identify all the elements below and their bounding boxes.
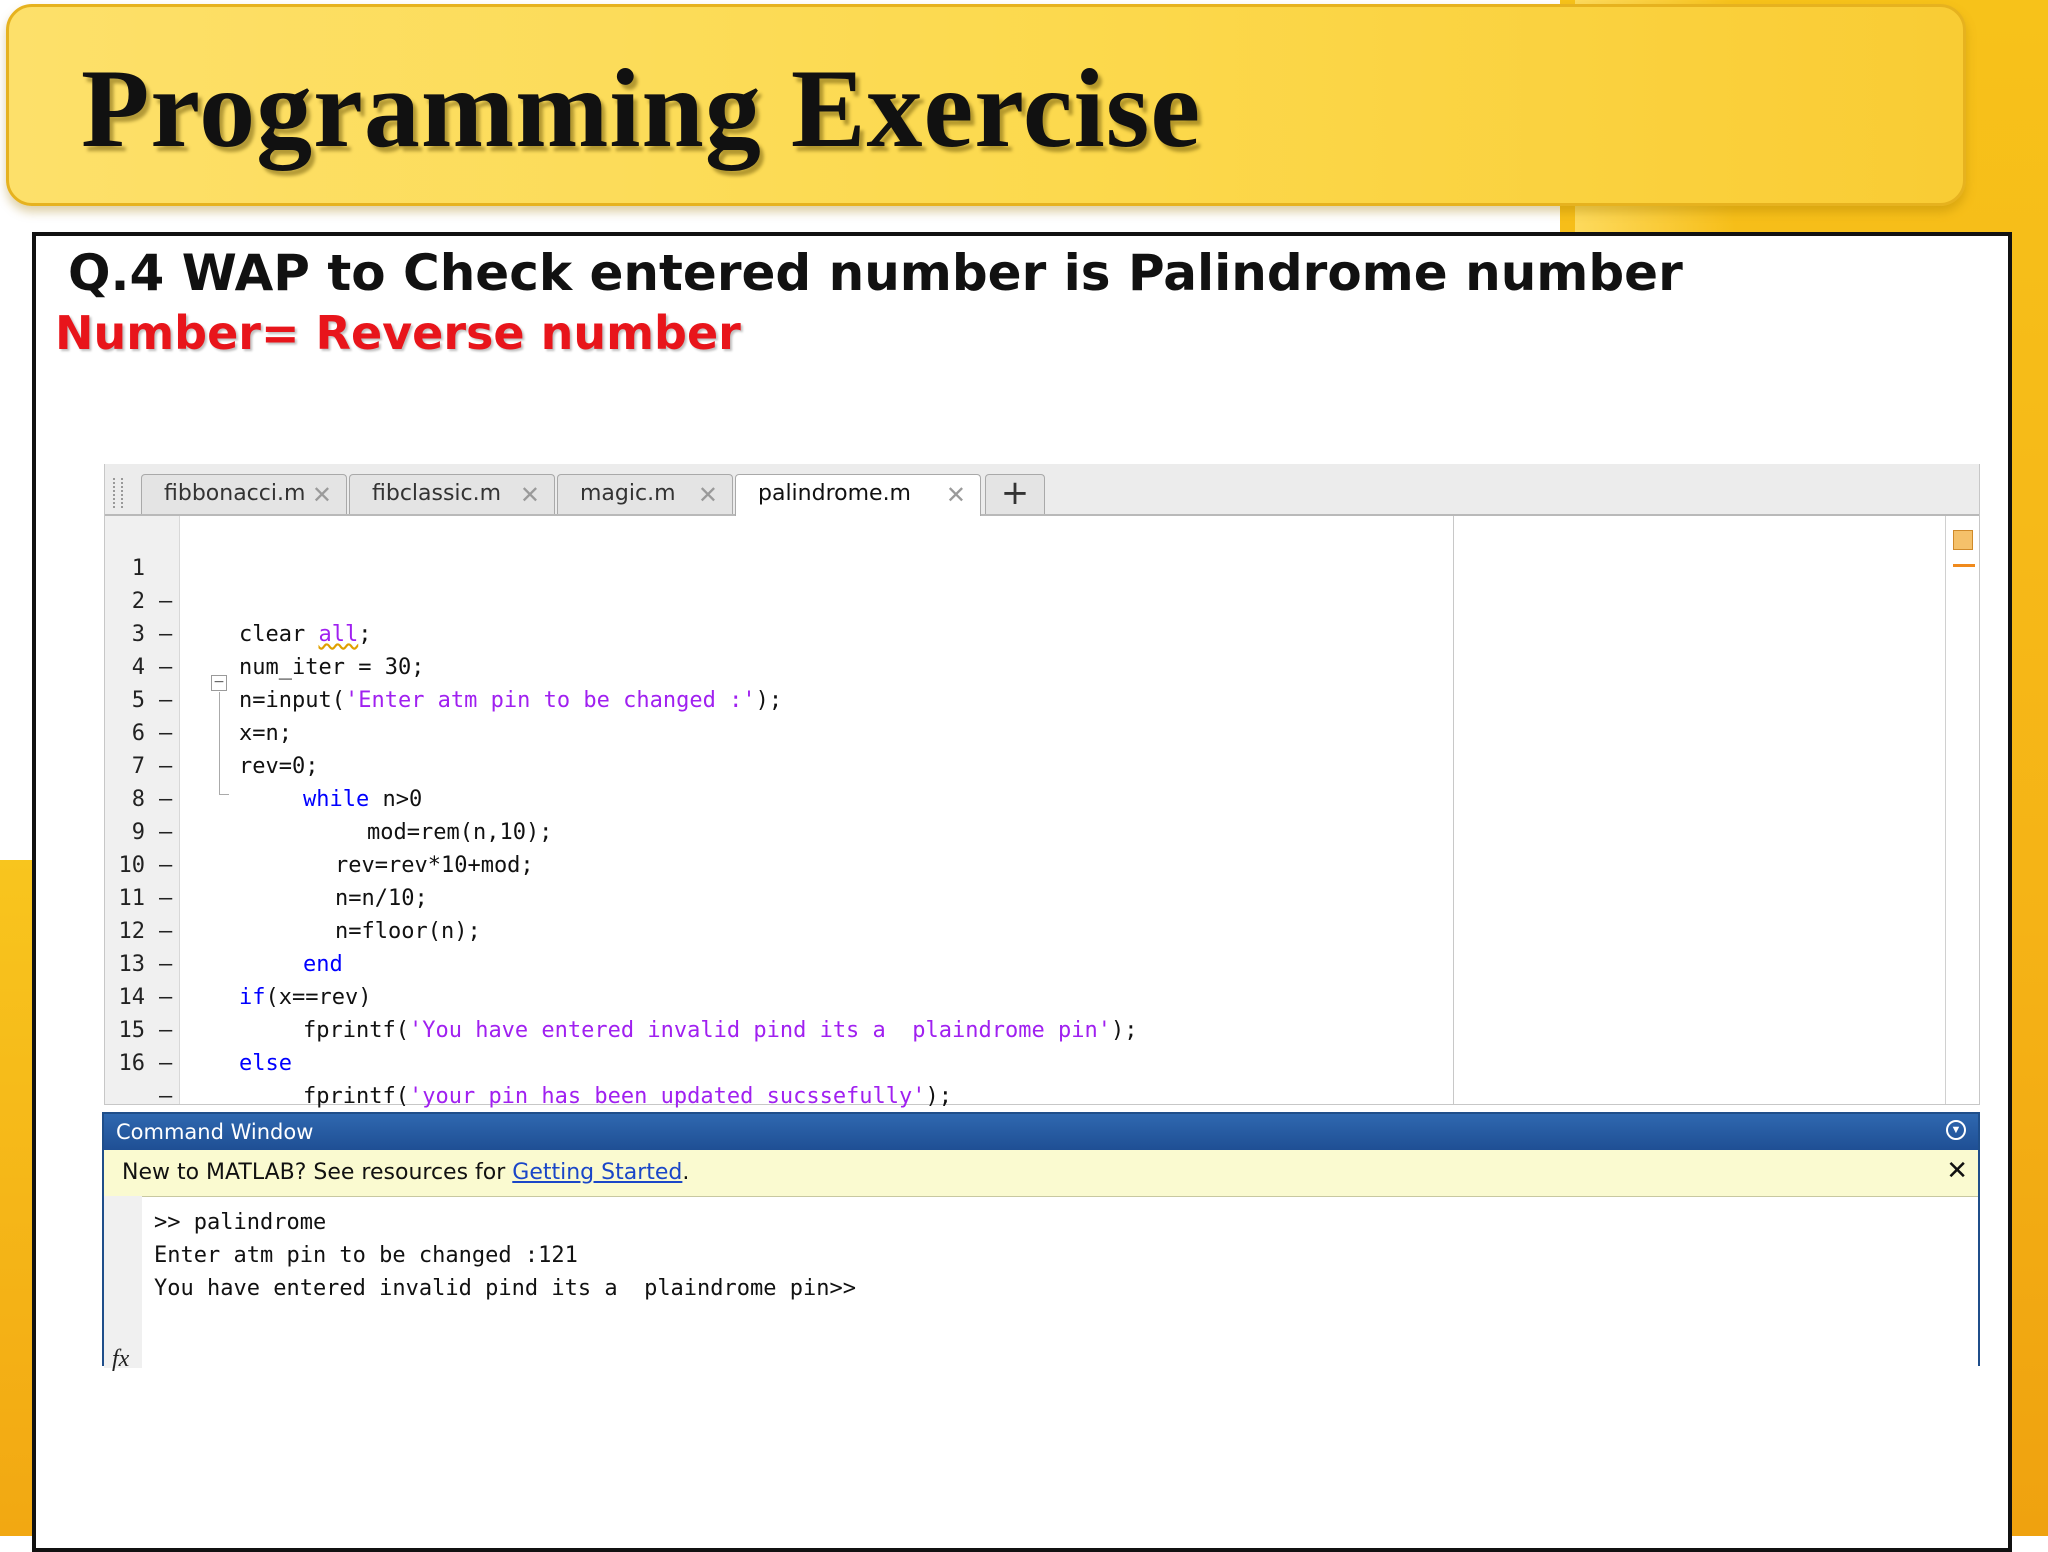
fold-guide-end [219, 794, 229, 795]
right-margin-line [1453, 516, 1454, 1104]
command-output-line: Enter atm pin to be changed :121 [154, 1243, 578, 1268]
tab-magic[interactable]: magic.m ✕ [557, 474, 733, 514]
fold-toggle-icon[interactable]: − [211, 675, 227, 691]
slide-title: Programming Exercise [81, 47, 1202, 171]
fx-icon[interactable]: fx [112, 1346, 129, 1373]
add-tab-button[interactable]: + [985, 474, 1045, 514]
matlab-editor: fibbonacci.m ✕ fibclassic.m ✕ magic.m ✕ … [104, 464, 1980, 1142]
subtitle-text: Number= Reverse number [55, 306, 741, 360]
question-text: Q.4 WAP to Check entered number is Palin… [68, 244, 1683, 302]
close-icon[interactable]: ✕ [1946, 1156, 1968, 1186]
drag-grip-icon[interactable] [113, 478, 123, 508]
editor-tab-bar: fibbonacci.m ✕ fibclassic.m ✕ magic.m ✕ … [105, 464, 1979, 516]
command-window: Command Window ▼ New to MATLAB? See reso… [102, 1112, 1980, 1372]
tab-palindrome[interactable]: palindrome.m ✕ [735, 474, 981, 516]
warning-marker[interactable] [1953, 564, 1975, 567]
command-window-header: Command Window ▼ [104, 1114, 1978, 1150]
command-gutter: fx [104, 1196, 142, 1372]
getting-started-notice: New to MATLAB? See resources for Getting… [104, 1150, 1978, 1197]
tab-label: palindrome.m [758, 481, 911, 506]
chevron-down-icon[interactable]: ▼ [1946, 1120, 1966, 1140]
code-line: 5 – rev=0; [105, 651, 1505, 779]
fold-guide [219, 692, 220, 794]
code-text: else [239, 1051, 292, 1076]
close-icon[interactable]: ✕ [698, 481, 718, 509]
code-line: 4 – x=n; [105, 618, 1505, 746]
tab-label: fibclassic.m [372, 481, 502, 506]
code-line: 11 – end [105, 849, 1505, 977]
code-line: 8 – rev=rev*10+mod; [105, 750, 1505, 878]
code-line: 6 – while n>0 [105, 684, 1505, 812]
code-line: 14 – else [105, 948, 1505, 1076]
code-line: 1 – clear all; [105, 519, 1505, 647]
close-icon[interactable]: ✕ [312, 481, 332, 509]
title-banner: Programming Exercise [6, 4, 1966, 206]
command-output-line: >> palindrome [154, 1210, 327, 1235]
editor-scrollbar[interactable] [1945, 516, 1946, 1104]
getting-started-link[interactable]: Getting Started [512, 1160, 682, 1185]
tab-label: fibbonacci.m [164, 481, 306, 506]
code-line: 7 – mod=rem(n,10); [105, 717, 1505, 845]
code-line: 13 – fprintf('You have entered invalid p… [105, 915, 1505, 1043]
code-line: 2 – num_iter = 30; [105, 552, 1505, 680]
tab-label: magic.m [580, 481, 676, 506]
command-window-title: Command Window [116, 1120, 314, 1144]
code-line: 15 – fprintf('your pin has been updated … [105, 981, 1505, 1109]
code-area[interactable]: 1 – clear all; 2 – num_iter = 30; 3 – n=… [105, 516, 1979, 1142]
tab-fibbonacci[interactable]: fibbonacci.m ✕ [141, 474, 347, 514]
breakpoint-marker[interactable]: – [159, 1080, 172, 1113]
close-icon[interactable]: ✕ [946, 481, 966, 509]
code-line: 3 – n=input('Enter atm pin to be changed… [105, 585, 1505, 713]
code-line: 10 – n=floor(n); [105, 816, 1505, 944]
tab-fibclassic[interactable]: fibclassic.m ✕ [349, 474, 555, 514]
code-line: 16 – end [105, 1014, 1505, 1142]
code-text: fprintf('your pin has been updated sucss… [303, 1084, 953, 1109]
analyzer-status-icon[interactable] [1953, 530, 1973, 550]
command-output-line[interactable]: You have entered invalid pind its a plai… [154, 1276, 856, 1301]
code-line: 9 – n=n/10; [105, 783, 1505, 911]
code-line: 12 – if(x==rev) [105, 882, 1505, 1010]
close-icon[interactable]: ✕ [520, 481, 540, 509]
line-number: 16 [118, 1051, 146, 1076]
notice-text: New to MATLAB? See resources for Getting… [122, 1160, 690, 1185]
